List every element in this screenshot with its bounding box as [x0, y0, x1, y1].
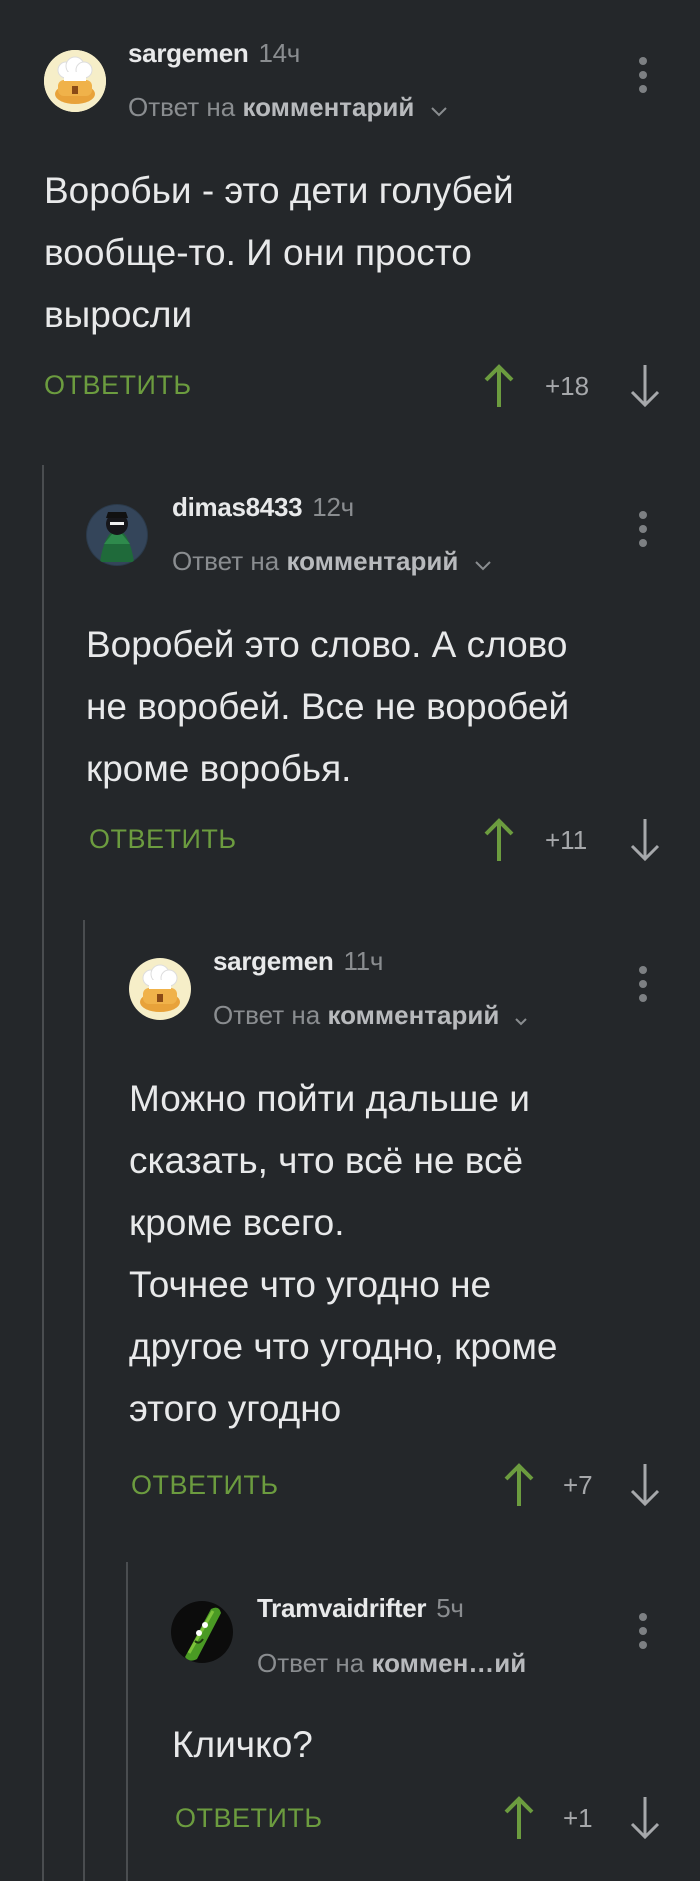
reply-button[interactable]: ОТВЕТИТЬ [175, 1803, 323, 1834]
comment-body: Кличко? [172, 1724, 313, 1765]
comment: Tramvaidrifter 5ч Ответ на коммен…ий Клич… [0, 0, 700, 1881]
avatar[interactable] [171, 1601, 233, 1663]
reply-prefix: Ответ на [257, 1648, 365, 1678]
rating-count: +1 [563, 1803, 593, 1833]
more-options-icon[interactable] [639, 1613, 647, 1653]
username[interactable]: Tramvaidrifter 5ч [257, 1593, 464, 1624]
downvote-arrow-icon[interactable] [628, 1795, 662, 1841]
reply-to[interactable]: Ответ на коммен…ий [257, 1648, 526, 1679]
upvote-arrow-icon[interactable] [502, 1795, 536, 1841]
reply-target-link[interactable]: коммен…ий [371, 1648, 526, 1678]
comment-time: 5ч [436, 1593, 464, 1623]
